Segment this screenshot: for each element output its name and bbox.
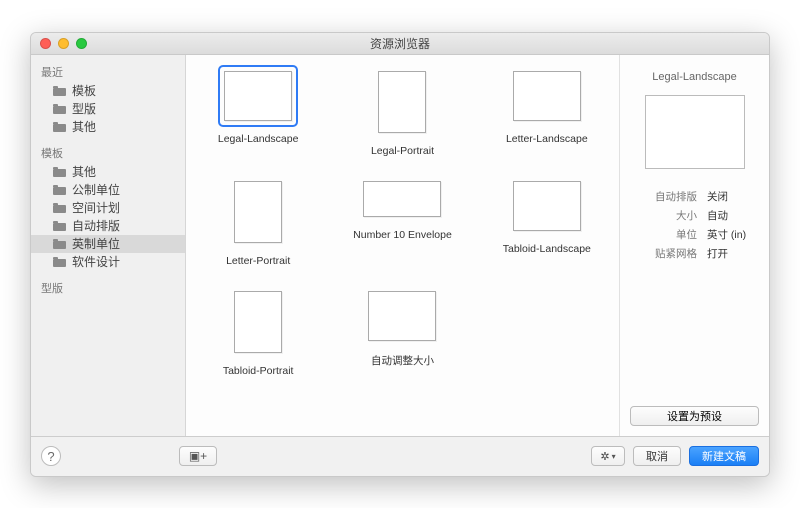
template-label: Legal-Portrait <box>371 145 434 157</box>
template-thumbnail <box>224 71 292 121</box>
inspector-row: 自动排版关闭 <box>630 187 759 206</box>
template-thumbnail <box>513 71 581 121</box>
inspector-key: 单位 <box>676 227 697 242</box>
template-tile[interactable]: 自动调整大小 <box>340 285 464 377</box>
folder-icon <box>53 239 66 249</box>
template-label: Letter-Portrait <box>226 255 290 267</box>
folder-icon <box>53 221 66 231</box>
sidebar-item[interactable]: 其他 <box>31 163 185 181</box>
help-button[interactable]: ? <box>41 446 61 466</box>
set-as-preset-button[interactable]: 设置为预设 <box>630 406 759 426</box>
sidebar-item-label: 软件设计 <box>72 253 120 270</box>
titlebar: 资源浏览器 <box>31 33 769 55</box>
footer-toolbar: ? ▣+ ✲ ▾ 取消 新建文稿 <box>31 436 769 476</box>
inspector-key: 大小 <box>676 208 697 223</box>
inspector-value: 关闭 <box>707 189 755 204</box>
template-grid-area: Legal-Landscape Legal-Portrait Letter-Land… <box>186 55 619 436</box>
add-folder-button[interactable]: ▣+ <box>179 446 217 466</box>
template-thumbnail <box>234 291 282 353</box>
sidebar-item[interactable]: 自动排版 <box>31 217 185 235</box>
template-thumbnail <box>363 181 441 217</box>
template-tile[interactable]: Legal-Portrait <box>340 65 464 157</box>
template-label: Letter-Landscape <box>506 133 588 145</box>
sidebar-item-label: 型版 <box>72 100 96 117</box>
folder-icon <box>53 185 66 195</box>
sidebar-item-label: 模板 <box>72 82 96 99</box>
sidebar-item-label: 空间计划 <box>72 199 120 216</box>
template-grid: Legal-Landscape Legal-Portrait Letter-Land… <box>196 65 609 377</box>
action-menu-button[interactable]: ✲ ▾ <box>591 446 625 466</box>
template-thumbnail <box>513 181 581 231</box>
folder-icon <box>53 167 66 177</box>
sidebar-item[interactable]: 公制单位 <box>31 181 185 199</box>
inspector-row: 单位英寸 (in) <box>630 225 759 244</box>
inspector-value: 打开 <box>707 246 755 261</box>
sidebar-section-header: 最近 <box>31 61 185 82</box>
template-tile[interactable]: Tabloid-Portrait <box>196 285 320 377</box>
close-icon[interactable] <box>40 38 51 49</box>
traffic-lights <box>40 38 87 49</box>
sidebar-item[interactable]: 软件设计 <box>31 253 185 271</box>
inspector-value: 英寸 (in) <box>707 227 755 242</box>
minimize-icon[interactable] <box>58 38 69 49</box>
folder-icon <box>53 257 66 267</box>
inspector-row: 大小自动 <box>630 206 759 225</box>
folder-icon <box>53 104 66 114</box>
sidebar-item[interactable]: 型版 <box>31 100 185 118</box>
sidebar-item[interactable]: 英制单位 <box>31 235 185 253</box>
template-tile[interactable]: Legal-Landscape <box>196 65 320 157</box>
sidebar-item-label: 公制单位 <box>72 181 120 198</box>
template-label: Number 10 Envelope <box>353 229 452 241</box>
inspector-value: 自动 <box>707 208 755 223</box>
template-tile[interactable]: Tabloid-Landscape <box>485 175 609 267</box>
sidebar-item-label: 英制单位 <box>72 235 120 252</box>
template-label: Tabloid-Portrait <box>223 365 294 377</box>
template-tile[interactable]: Number 10 Envelope <box>340 175 464 267</box>
sidebar-item-label: 自动排版 <box>72 217 120 234</box>
chevron-down-icon: ▾ <box>612 452 616 461</box>
template-thumbnail <box>234 181 282 243</box>
sidebar-item-label: 其他 <box>72 118 96 135</box>
folder-icon <box>53 122 66 132</box>
template-label: Legal-Landscape <box>218 133 299 145</box>
inspector-key: 贴紧网格 <box>655 246 697 261</box>
folder-icon <box>53 86 66 96</box>
cancel-button[interactable]: 取消 <box>633 446 681 466</box>
sidebar-item[interactable]: 模板 <box>31 82 185 100</box>
inspector-panel: Legal-Landscape 自动排版关闭大小自动单位英寸 (in)贴紧网格打… <box>619 55 769 436</box>
sidebar-item[interactable]: 其他 <box>31 118 185 136</box>
sidebar-item-label: 其他 <box>72 163 96 180</box>
zoom-icon[interactable] <box>76 38 87 49</box>
sidebar-section-header: 模板 <box>31 142 185 163</box>
inspector-preview <box>645 95 745 169</box>
create-document-button[interactable]: 新建文稿 <box>689 446 759 466</box>
sidebar-section-header: 型版 <box>31 277 185 298</box>
sidebar-item[interactable]: 空间计划 <box>31 199 185 217</box>
template-thumbnail <box>378 71 426 133</box>
inspector-key: 自动排版 <box>655 189 697 204</box>
inspector-row: 贴紧网格打开 <box>630 244 759 263</box>
inspector-properties: 自动排版关闭大小自动单位英寸 (in)贴紧网格打开 <box>630 187 759 263</box>
template-tile[interactable]: Letter-Landscape <box>485 65 609 157</box>
resource-browser-window: 资源浏览器 最近模板型版其他模板其他公制单位空间计划自动排版英制单位软件设计型版… <box>30 32 770 477</box>
inspector-title: Legal-Landscape <box>652 71 736 83</box>
template-thumbnail <box>368 291 436 341</box>
template-label: Tabloid-Landscape <box>503 243 591 255</box>
template-tile[interactable]: Letter-Portrait <box>196 175 320 267</box>
gear-icon: ✲ <box>600 450 609 463</box>
sidebar: 最近模板型版其他模板其他公制单位空间计划自动排版英制单位软件设计型版 <box>31 55 186 436</box>
template-label: 自动调整大小 <box>371 353 434 368</box>
window-title: 资源浏览器 <box>31 35 769 52</box>
folder-icon <box>53 203 66 213</box>
